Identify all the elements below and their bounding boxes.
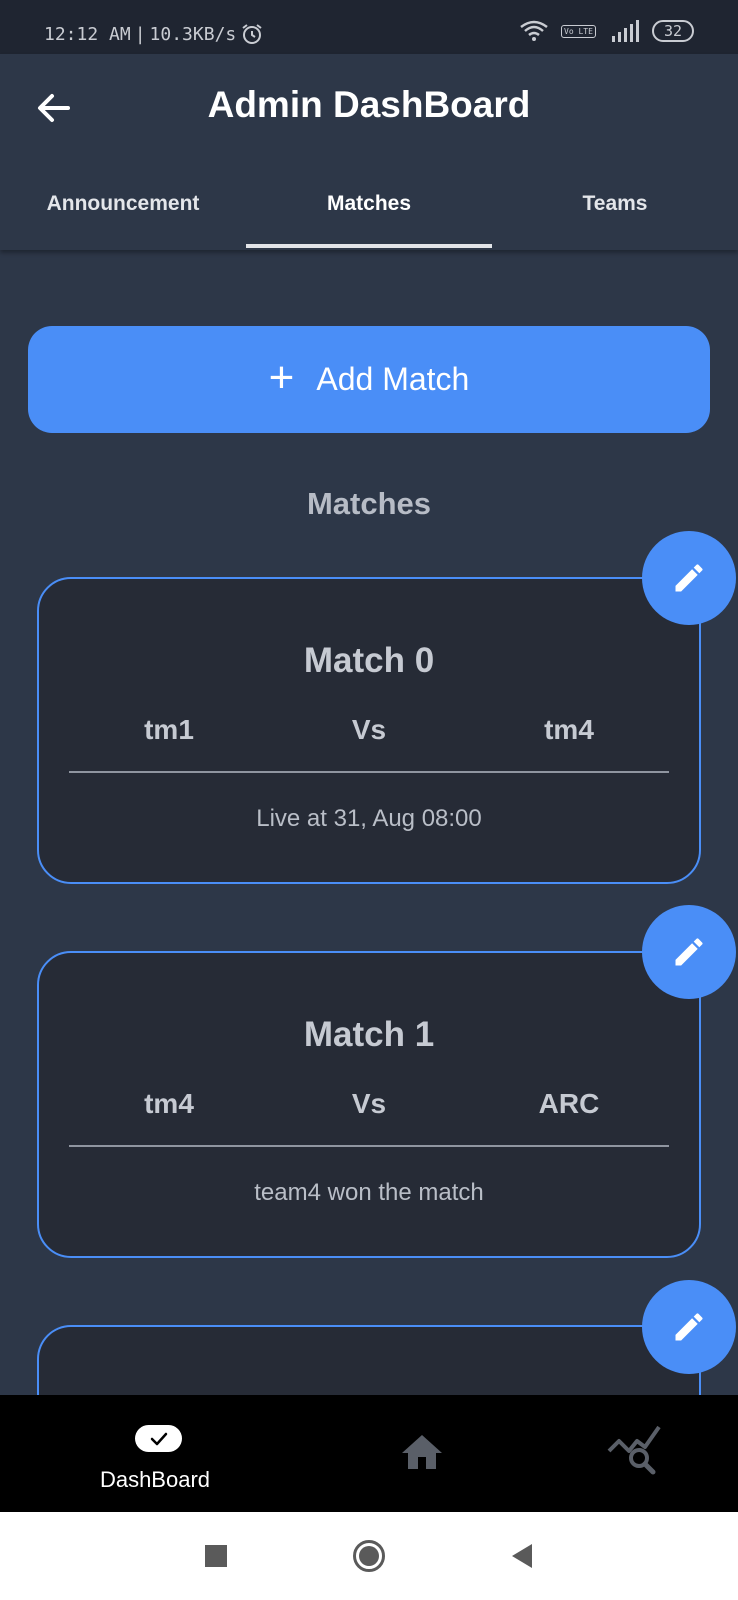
add-match-label: Add Match [316,361,470,397]
volte-icon: Vo LTE [561,24,596,38]
team2-name: tm4 [544,714,594,745]
tab-announcement[interactable]: Announcement [0,174,246,250]
team1-name: tm4 [144,1088,194,1119]
team2-name: ARC [538,1088,600,1119]
status-bar: 12:12 AM | 10.3KB/s Vo LTE 32 [0,0,738,54]
match-teams: tm1 Vs tm4 [69,714,669,746]
triangle-back-icon [512,1544,532,1568]
tab-teams[interactable]: Teams [492,174,738,250]
plus-icon: + [268,352,295,402]
toggle-check-icon [135,1425,182,1452]
tab-bar: Announcement Matches Teams [0,174,738,250]
add-match-button[interactable]: + Add Match [28,326,710,433]
analytics-search-icon [607,1425,661,1475]
section-title: Matches [306,486,432,521]
match-card[interactable]: Match 0 tm1 Vs tm4 Live at 31, Aug 08:00 [37,577,701,884]
divider [69,771,669,773]
bottom-nav: DashBoard [0,1395,738,1512]
edit-match-button[interactable] [642,531,736,625]
tab-matches[interactable]: Matches [246,174,492,250]
vs-label: Vs [351,714,387,745]
page-title: Admin DashBoard [207,84,531,125]
home-button[interactable] [348,1512,390,1600]
tab-label: Announcement [46,192,200,215]
alarm-icon [242,24,262,44]
circle-home-icon [353,1540,385,1572]
system-nav-bar [0,1512,738,1600]
divider [69,1145,669,1147]
app-bar: Admin DashBoard Announcement Matches Tea… [0,54,738,250]
status-time: 12:12 AM [44,23,131,45]
square-recents-icon [205,1545,227,1567]
edit-match-button[interactable] [642,905,736,999]
match-teams: tm4 Vs ARC [69,1088,669,1120]
pencil-icon [675,938,703,966]
status-right: Vo LTE 32 [519,20,694,42]
tab-indicator [246,244,492,248]
back-system-button[interactable] [504,1512,540,1600]
nav-analytics[interactable] [600,1395,670,1512]
nav-dashboard-label: DashBoard [99,1467,211,1492]
tab-label: Matches [326,192,412,215]
team1-name: tm1 [144,714,194,745]
vs-label: Vs [351,1088,387,1119]
nav-dashboard[interactable]: DashBoard [60,1395,250,1512]
match-card[interactable]: Match 1 tm4 Vs ARC team4 won the match [37,951,701,1258]
home-icon [402,1435,442,1469]
edit-match-button[interactable] [642,1280,736,1374]
network-speed: 10.3KB/s [149,23,237,45]
nav-home[interactable] [392,1395,452,1512]
match-status: Live at 31, Aug 08:00 [256,805,482,832]
status-left: 12:12 AM | 10.3KB/s [44,22,264,46]
tab-label: Teams [582,192,648,215]
wifi-icon [520,20,548,41]
status-separator: | [134,23,146,45]
match-title: Match 1 [303,1015,435,1054]
pencil-icon [675,564,703,592]
recents-button[interactable] [196,1512,236,1600]
match-status: team4 won the match [254,1179,484,1206]
signal-icon [611,20,639,42]
match-title: Match 0 [303,641,435,680]
pencil-icon [675,1313,703,1341]
battery-icon: 32 [651,20,694,42]
